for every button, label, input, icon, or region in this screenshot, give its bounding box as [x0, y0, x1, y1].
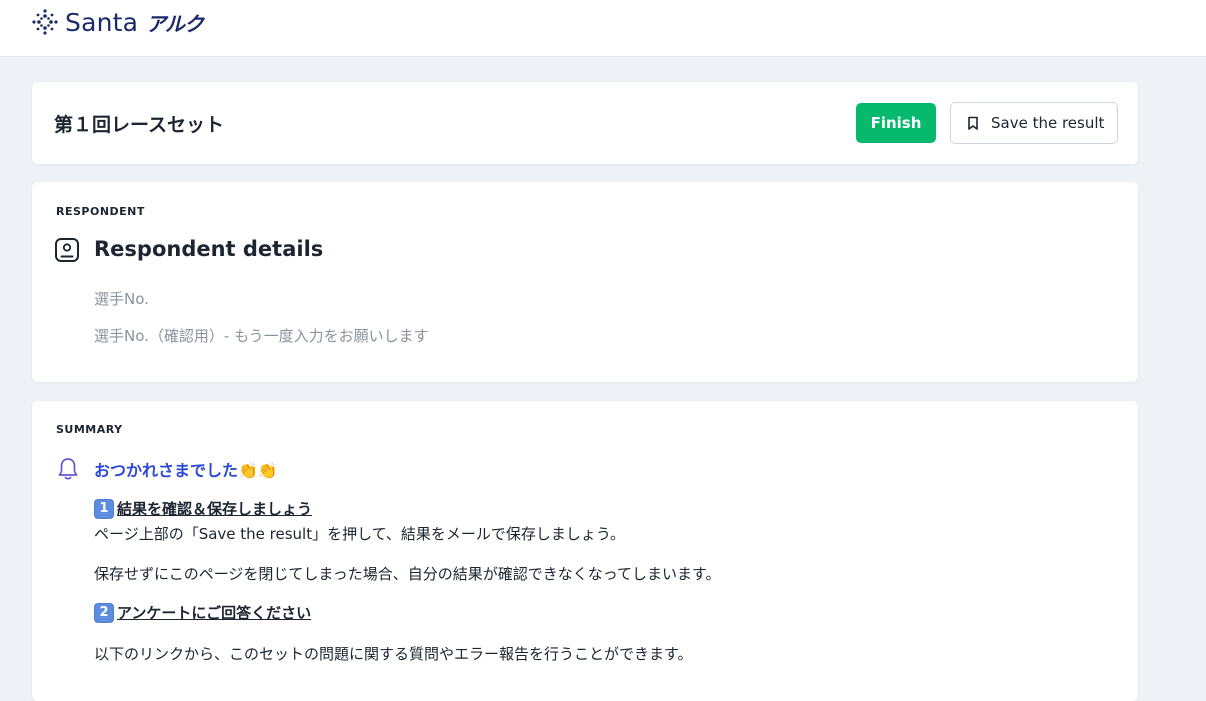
respondent-section-label: RESPONDENT [56, 205, 145, 218]
summary-card: SUMMARY おつかれさまでした👏👏 1 結果を確認＆保存しましょう ページ上… [32, 401, 1138, 701]
bookmark-icon [965, 115, 981, 131]
brand-logo[interactable]: Santa アルク [31, 6, 204, 38]
summary-section-label: SUMMARY [56, 423, 123, 436]
field-player-number: 選手No. [94, 290, 149, 308]
brand-name: Santa [65, 7, 139, 37]
summary-heading: おつかれさまでした👏👏 [94, 461, 278, 480]
step-2-title: 2 アンケートにご回答ください [94, 602, 311, 623]
save-result-label: Save the result [991, 114, 1105, 132]
user-badge-icon [55, 238, 79, 262]
step-1-title-text: 結果を確認＆保存しましょう [117, 500, 313, 518]
keycap-1-icon: 1 [94, 498, 114, 519]
respondent-title: Respondent details [94, 237, 324, 261]
set-header-card: 第１回レースセット Finish Save the result [32, 82, 1138, 164]
bell-icon [58, 458, 78, 480]
brand-sub: アルク [146, 11, 204, 36]
respondent-card: RESPONDENT Respondent details 選手No. 選手No… [32, 182, 1138, 382]
finish-button[interactable]: Finish [856, 103, 936, 143]
field-player-number-confirm: 選手No.（確認用）- もう一度入力をお願いします [94, 327, 429, 345]
save-warning-text: 保存せずにこのページを閉じてしまった場合、自分の結果が確認できなくなってしまいま… [94, 565, 721, 583]
sparkle-dots-icon [32, 9, 58, 35]
top-bar: Santa アルク [0, 0, 1206, 57]
step-1-title: 1 結果を確認＆保存しましょう [94, 498, 312, 519]
step-2-text: 以下のリンクから、このセットの問題に関する質問やエラー報告を行うことができます。 [94, 645, 693, 663]
keycap-2-icon: 2 [94, 602, 114, 623]
step-2-title-text: アンケートにご回答ください [117, 604, 312, 622]
save-result-button[interactable]: Save the result [950, 102, 1118, 144]
step-1-text: ページ上部の「Save the result」を押して、結果をメールで保存しまし… [94, 525, 626, 543]
page-title: 第１回レースセット [54, 114, 225, 136]
